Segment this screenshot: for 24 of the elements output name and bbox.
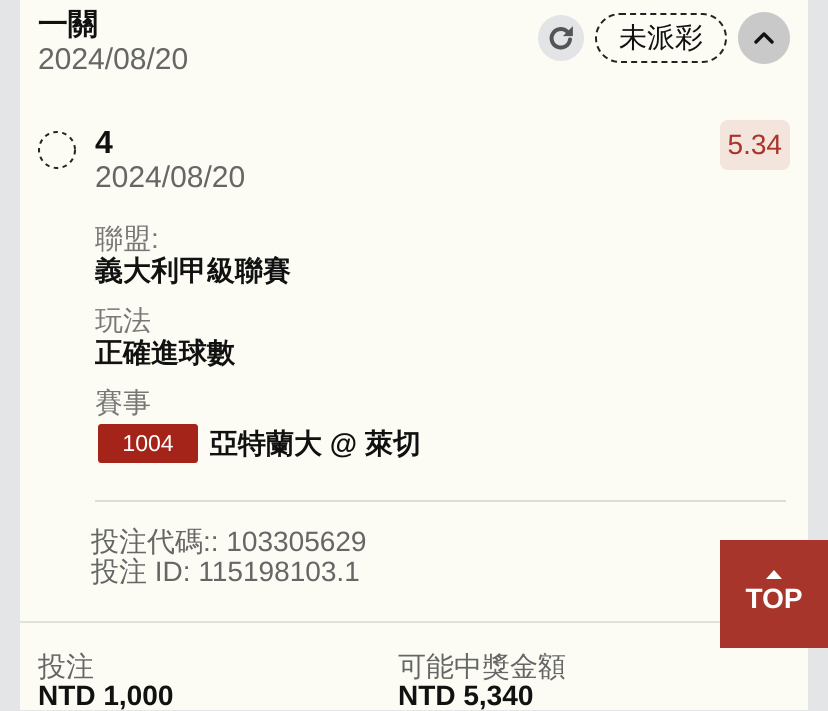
status-badge: 未派彩	[595, 13, 727, 63]
dashed-circle-icon	[38, 131, 76, 169]
match-teams: 亞特蘭大 @ 萊切	[210, 428, 421, 460]
field-value: 正確進球數	[95, 337, 235, 369]
caret-up-icon	[766, 570, 782, 578]
selection-name: 4	[95, 124, 113, 160]
total-amount: NTD 1,000	[38, 682, 174, 710]
bet-type-title: 一關	[38, 8, 98, 42]
bet-date: 2024/08/20	[38, 42, 188, 78]
field-label: 賽事	[95, 387, 151, 419]
refresh-button[interactable]	[538, 15, 584, 61]
field-label: 聯盟:	[95, 223, 159, 255]
match-date: 2024/08/20	[95, 160, 246, 196]
total-label: 可能中獎金額	[398, 652, 566, 682]
total-amount: NTD 5,340	[398, 682, 534, 710]
bet-reference: 投注代碼:: 103305629	[91, 527, 366, 557]
bet-reference: 投注 ID: 115198103.1	[91, 557, 360, 587]
match-code-badge: 1004	[98, 424, 198, 463]
field-label: 玩法	[95, 305, 151, 337]
collapse-button[interactable]	[738, 12, 790, 64]
odds-badge: 5.34	[720, 120, 790, 170]
field-value: 義大利甲級聯賽	[95, 255, 291, 287]
scroll-to-top-button[interactable]: TOP	[720, 540, 828, 648]
total-label: 投注	[38, 652, 94, 682]
